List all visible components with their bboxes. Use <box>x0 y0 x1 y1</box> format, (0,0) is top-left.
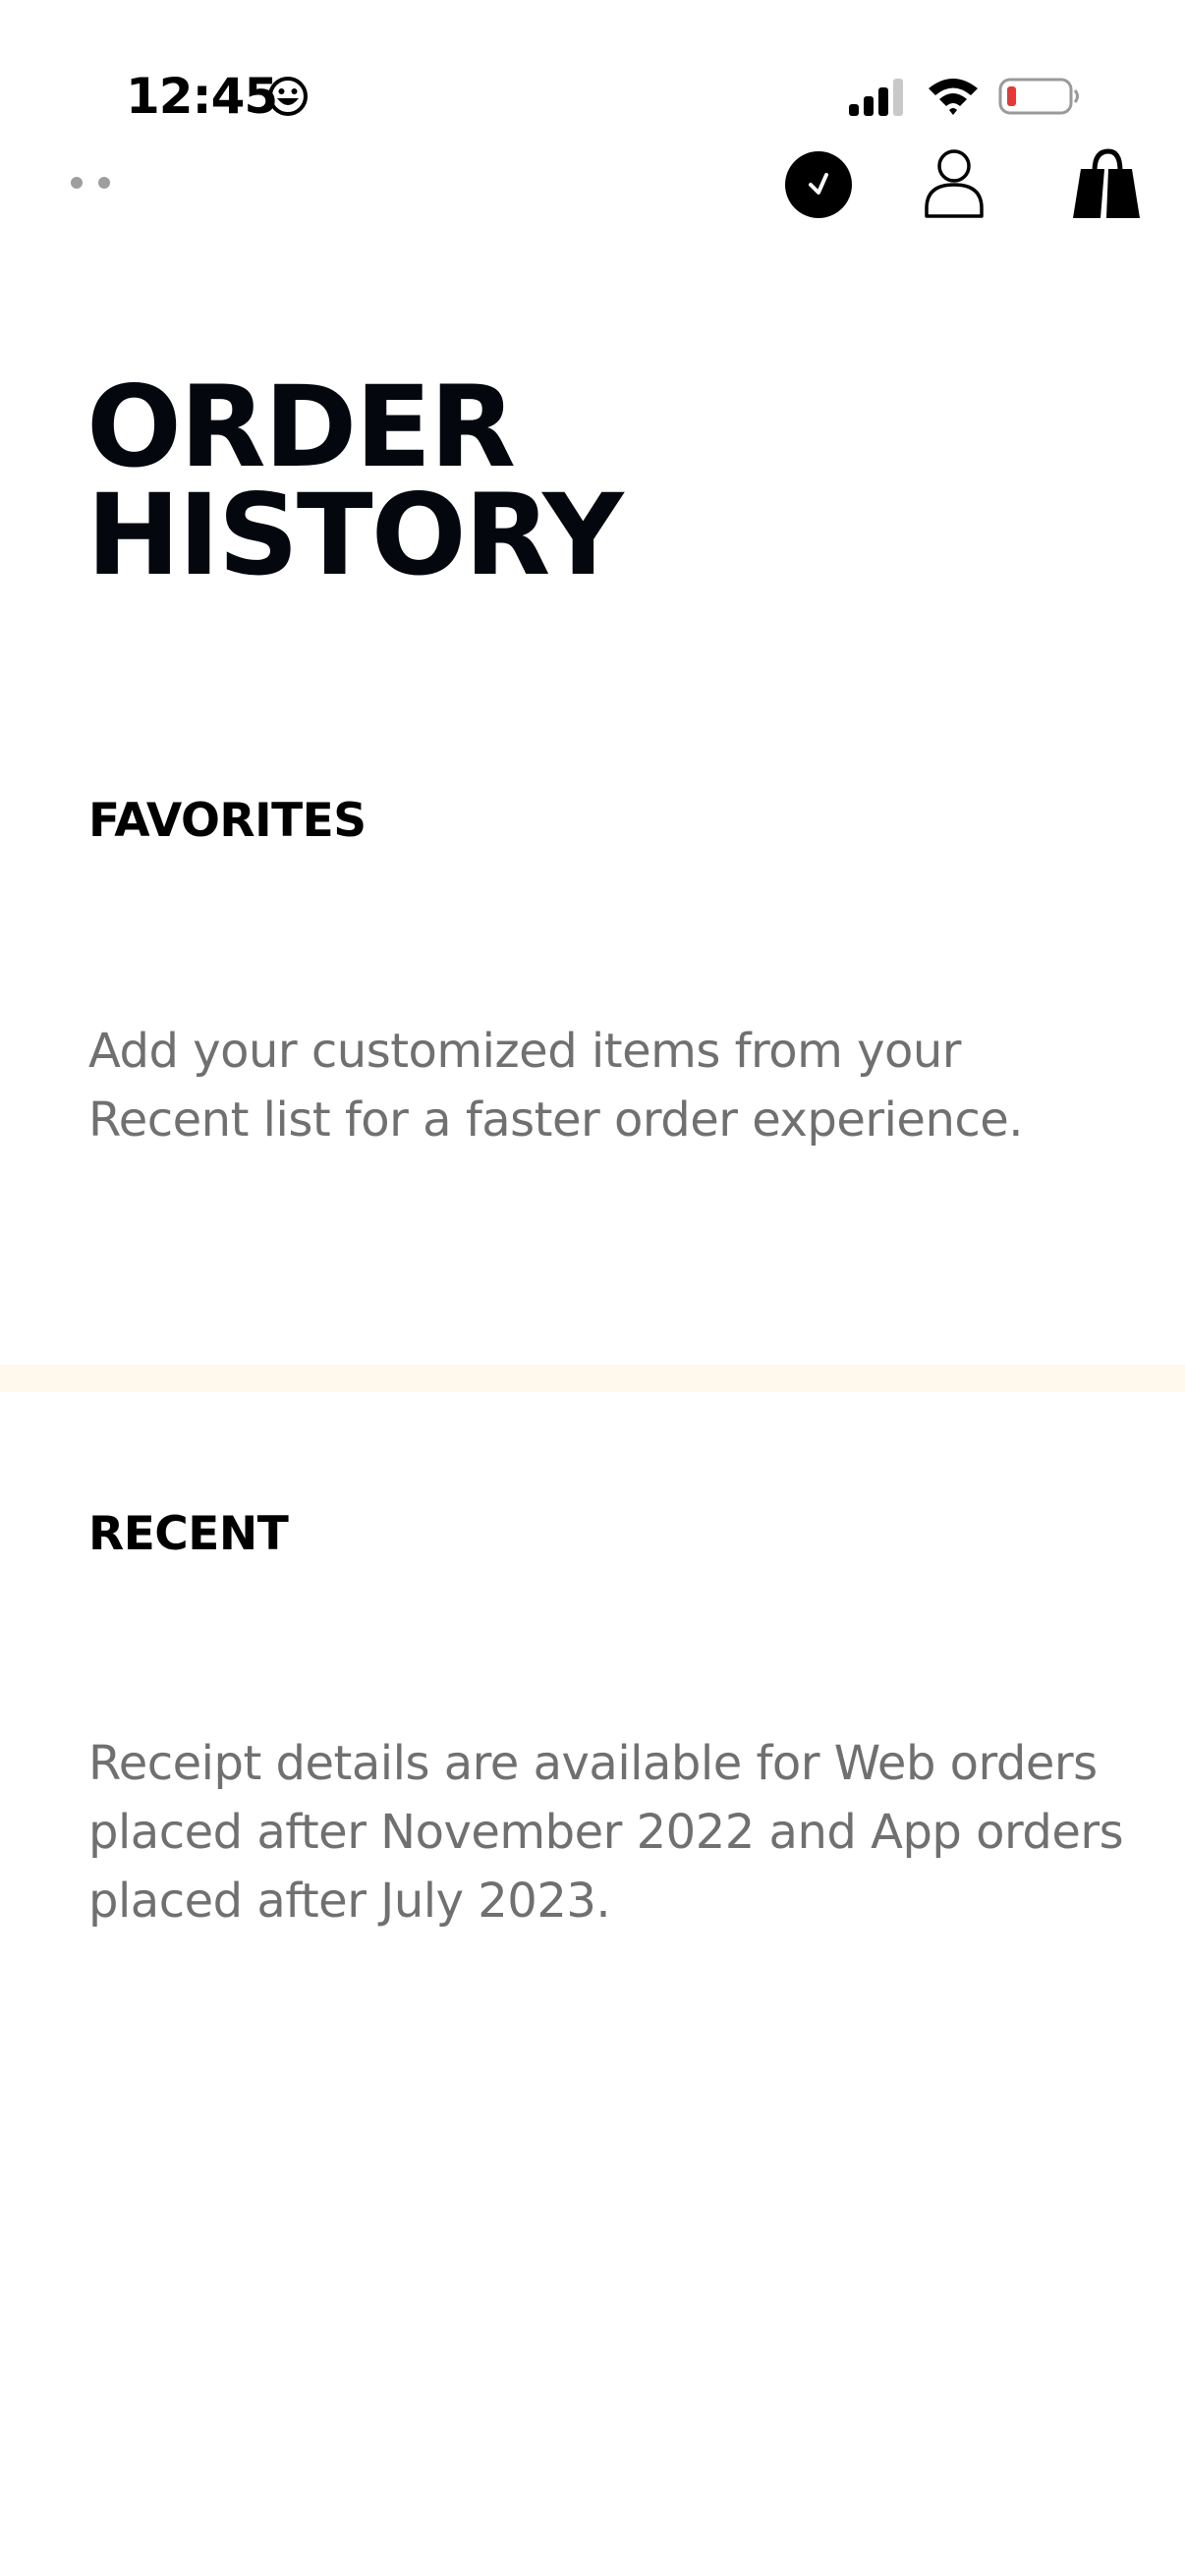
status-bar: 12:45 <box>0 0 1185 138</box>
clock-icon[interactable] <box>783 149 854 220</box>
cellular-signal-icon <box>849 79 903 116</box>
wifi-icon <box>929 79 978 115</box>
page-title-line-1: ORDER <box>86 362 516 492</box>
page-title-line-2: HISTORY <box>86 470 624 600</box>
favorites-heading: FAVORITES <box>88 794 367 848</box>
person-icon[interactable] <box>924 147 985 218</box>
more-dots-icon[interactable] <box>69 173 114 193</box>
battery-low-icon <box>998 78 1079 115</box>
section-divider <box>0 1365 1185 1392</box>
smiley-face-icon <box>268 77 308 116</box>
top-nav-bar <box>0 138 1185 236</box>
recent-receipt-note: Receipt details are available for Web or… <box>88 1736 1124 1929</box>
page-title: ORDER HISTORY <box>86 362 971 600</box>
shopping-bag-icon[interactable] <box>1071 147 1142 220</box>
recent-heading: RECENT <box>88 1507 289 1561</box>
status-time: 12:45 <box>126 68 278 125</box>
favorites-empty-message: Add your customized items from your Rece… <box>88 1024 1024 1148</box>
